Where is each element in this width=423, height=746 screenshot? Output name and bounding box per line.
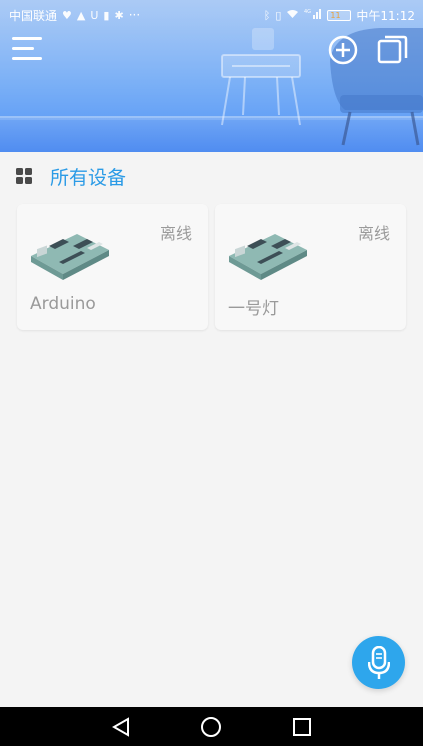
device-name: Arduino (30, 294, 96, 314)
multi-window-icon[interactable] (377, 35, 408, 66)
grid-icon (16, 168, 32, 184)
bug-icon: ✱ (114, 8, 124, 22)
battery-small-icon: ▮ (103, 8, 110, 22)
section-header: 所有设备 (16, 162, 126, 190)
heart-monitor-icon: ♥ (62, 8, 72, 22)
bluetooth-icon: ᛒ (263, 8, 271, 22)
microphone-icon (367, 645, 390, 679)
status-bar: 中国联通 ♥ ▲ U ▮ ✱ ··· ᛒ ▯ 4G 11 中午11:12 (0, 0, 423, 30)
menu-icon[interactable] (12, 37, 42, 63)
signal-icon: 4G (304, 8, 322, 22)
arduino-board-icon (31, 234, 109, 280)
back-button[interactable] (109, 715, 133, 739)
add-device-icon[interactable] (328, 35, 358, 65)
signal-tag: 4G (304, 9, 311, 15)
status-right: ᛒ ▯ 4G 11 中午11:12 (264, 7, 415, 24)
app-screen: 中国联通 ♥ ▲ U ▮ ✱ ··· ᛒ ▯ 4G 11 中午11:12 所有设… (0, 0, 423, 746)
wifi-icon (286, 9, 299, 22)
voice-input-button[interactable] (352, 636, 405, 689)
device-name: 一号灯 (228, 299, 279, 319)
vibrate-icon: ▯ (275, 8, 282, 22)
battery-indicator: 11 (327, 9, 352, 21)
device-status: 离线 (357, 224, 390, 243)
back-triangle-icon (112, 716, 130, 737)
device-card-light-1[interactable]: 离线 一号灯 (215, 204, 406, 330)
system-nav-bar (0, 707, 423, 746)
section-title: 所有设备 (50, 166, 127, 189)
device-status: 离线 (159, 224, 192, 243)
u-icon: U (90, 8, 99, 22)
home-circle-icon (201, 716, 222, 737)
device-card-arduino[interactable]: 离线 Arduino (17, 204, 208, 330)
home-button[interactable] (199, 715, 223, 739)
clock: 中午11:12 (356, 8, 415, 23)
battery-level: 11 (330, 10, 341, 20)
recents-button[interactable] (290, 715, 314, 739)
more-notifications: ··· (128, 8, 141, 22)
carrier-label: 中国联通 (9, 8, 58, 23)
status-left: 中国联通 ♥ ▲ U ▮ ✱ ··· (9, 7, 140, 24)
image-icon: ▲ (76, 8, 86, 22)
arduino-board-icon (229, 234, 307, 280)
recents-square-icon (292, 717, 311, 736)
